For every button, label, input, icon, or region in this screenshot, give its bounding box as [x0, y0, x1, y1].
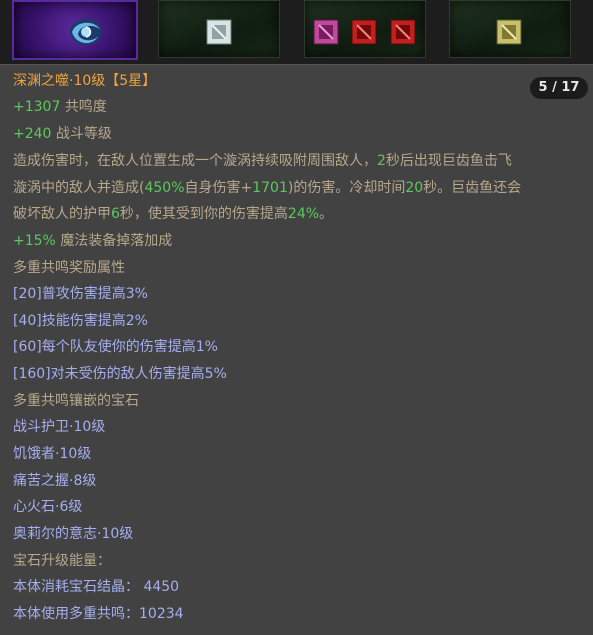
stat-value: +240: [13, 126, 52, 142]
socketed-gem-item: 饥饿者·10级: [13, 446, 92, 462]
magenta-gem-icon: [313, 19, 339, 45]
resonance-reward-item: [60]每个队友使你的伤害提高1%: [13, 339, 218, 355]
gem-title: 深渊之噬·10级【5星】: [13, 68, 156, 94]
description-line-2: 漩涡中的敌人并造成(450%自身伤害+1701)的伤害。冷却时间20秒。巨齿鱼还…: [13, 180, 522, 196]
gem-tooltip-panel: 5 / 17 深渊之噬·10级【5星】 +1307 共鸣度 +240 战斗等级 …: [0, 64, 593, 635]
resonance-rewards-header: 多重共鸣奖励属性: [13, 260, 125, 276]
stat-combat-level: +240 战斗等级: [13, 121, 112, 147]
socketed-gem-item: 奥莉尔的意志·10级: [13, 526, 134, 542]
gem-slot-1[interactable]: [158, 0, 280, 58]
drop-bonus-value: +15%: [13, 233, 56, 249]
description-line-1: 造成伤害时，在敌人位置生成一个漩涡持续吸附周围敌人，2秒后出现巨齿鱼击飞: [13, 153, 512, 169]
socketed-gem-item: 心火石·6级: [13, 499, 83, 515]
upgrade-energy-line: 本体消耗宝石结晶： 4450: [13, 579, 180, 595]
legendary-gem-slot[interactable]: [12, 0, 138, 60]
resonance-reward-item: [20]普攻伤害提高3%: [13, 286, 148, 302]
stat-label: 共鸣度: [64, 99, 107, 115]
vortex-gem-icon: [70, 19, 102, 45]
socketed-gem-item: 痛苦之握·8级: [13, 473, 97, 489]
gem-stars: 【5星】: [105, 73, 157, 89]
yellow-gem-icon: [496, 19, 522, 45]
gem-slot-2[interactable]: [304, 0, 426, 58]
upgrade-energy-line: 本体使用多重共鸣：10234: [13, 606, 184, 622]
drop-bonus-label: 魔法装备掉落加成: [60, 233, 173, 249]
drop-bonus: +15% 魔法装备掉落加成: [13, 228, 172, 254]
stat-label: 战斗等级: [55, 126, 112, 142]
red-gem-icon: [351, 19, 377, 45]
gem-socket-bar: [0, 0, 593, 60]
socketed-gem-item: 战斗护卫·10级: [13, 419, 106, 435]
socketed-gems-header: 多重共鸣镶嵌的宝石: [13, 393, 139, 409]
resonance-reward-item: [40]技能伤害提高2%: [13, 313, 148, 329]
stat-value: +1307: [13, 99, 61, 115]
upgrade-energy-header: 宝石升级能量：: [13, 553, 111, 569]
gem-slot-3[interactable]: [449, 0, 571, 58]
stat-resonance: +1307 共鸣度: [13, 94, 107, 120]
gem-name: 深渊之噬·10级: [13, 73, 106, 89]
red-gem-icon: [390, 19, 416, 45]
resonance-reward-item: [160]对未受伤的敌人伤害提高5%: [13, 366, 227, 382]
page-indicator: 5 / 17: [530, 77, 588, 99]
white-gem-icon: [206, 19, 232, 45]
description-line-3: 破坏敌人的护甲6秒，使其受到你的伤害提高24%。: [13, 206, 334, 222]
